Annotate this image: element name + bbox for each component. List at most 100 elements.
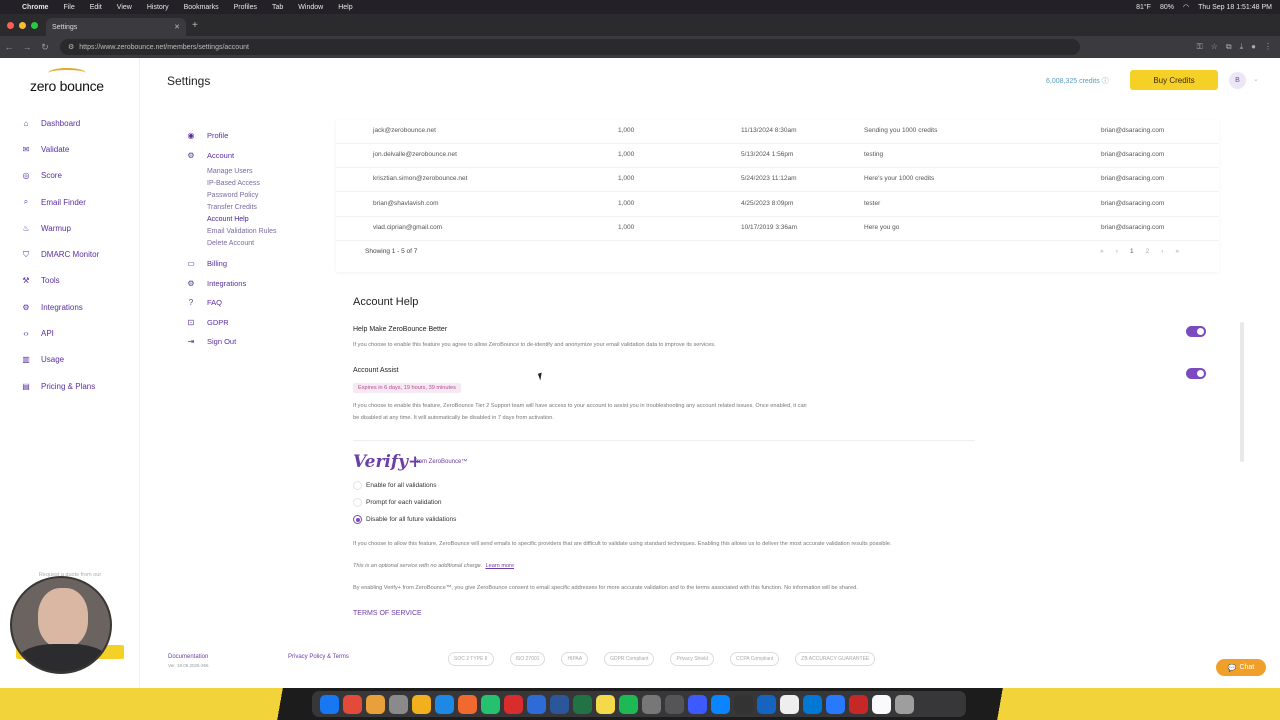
credits-balance[interactable]: 6,008,325 credits ⓘ bbox=[1046, 76, 1109, 86]
excel-app-icon[interactable] bbox=[573, 694, 592, 714]
terminal-app-icon[interactable] bbox=[734, 694, 753, 714]
settings-sub-delete-account[interactable]: Delete Account bbox=[186, 237, 277, 249]
weather-temp[interactable]: 81°F bbox=[1136, 4, 1151, 11]
address-bar[interactable]: ⚙ https://www.zerobounce.net/members/set… bbox=[60, 39, 1080, 55]
settings-item-account[interactable]: ⚙ Account bbox=[186, 146, 277, 166]
app-icon[interactable] bbox=[527, 694, 546, 714]
last-page-icon[interactable]: » bbox=[1175, 248, 1179, 255]
radio-enable-all[interactable]: Enable for all validations bbox=[353, 481, 436, 490]
download-icon[interactable]: ⤓ bbox=[1240, 42, 1244, 52]
settings-item-signout[interactable]: ⇥ Sign Out bbox=[186, 332, 277, 352]
settings-item-profile[interactable]: ◉ Profile bbox=[186, 126, 277, 146]
next-page-icon[interactable]: › bbox=[1161, 248, 1163, 255]
sidebar-item-validate[interactable]: ✉ Validate bbox=[20, 136, 99, 162]
close-window-icon[interactable] bbox=[7, 21, 14, 29]
radio-disable-future[interactable]: Disable for all future validations bbox=[353, 515, 456, 524]
calendar-app-icon[interactable] bbox=[343, 694, 362, 714]
app-icon[interactable] bbox=[458, 694, 477, 714]
app-icon[interactable] bbox=[757, 694, 776, 714]
zoom-window-icon[interactable] bbox=[31, 21, 38, 29]
settings-item-integrations[interactable]: ⚙ Integrations bbox=[186, 274, 277, 294]
learn-more-link[interactable]: Learn more bbox=[485, 563, 514, 569]
radio-button-selected[interactable] bbox=[353, 515, 362, 524]
key-icon[interactable]: ⚿ bbox=[1197, 42, 1203, 52]
settings-item-faq[interactable]: ? FAQ bbox=[186, 293, 277, 313]
browser-tab[interactable]: Settings ✕ bbox=[46, 18, 186, 36]
spotify-app-icon[interactable] bbox=[619, 694, 638, 714]
extensions-icon[interactable]: ⧉ bbox=[1226, 42, 1232, 52]
avatar[interactable]: B bbox=[1229, 72, 1246, 89]
terms-of-service-link[interactable]: TERMS OF SERVICE bbox=[353, 610, 422, 617]
battery-percent[interactable]: 80% bbox=[1160, 4, 1174, 11]
app-icon[interactable] bbox=[688, 694, 707, 714]
word-app-icon[interactable] bbox=[550, 694, 569, 714]
sidebar-item-pricing[interactable]: ▤ Pricing & Plans bbox=[20, 373, 99, 399]
radio-button[interactable] bbox=[353, 481, 362, 490]
outlook-app-icon[interactable] bbox=[803, 694, 822, 714]
chat-button[interactable]: 💬 Chat bbox=[1216, 659, 1266, 676]
app-icon[interactable] bbox=[711, 694, 730, 714]
prev-page-icon[interactable]: ‹ bbox=[1116, 248, 1118, 255]
new-tab-icon[interactable]: + bbox=[192, 20, 198, 31]
page-scrollbar[interactable] bbox=[1240, 322, 1244, 462]
notes-app-icon[interactable] bbox=[596, 694, 615, 714]
sidebar-item-usage[interactable]: ▥ Usage bbox=[20, 347, 99, 373]
first-page-icon[interactable]: « bbox=[1100, 248, 1104, 255]
page-2[interactable]: 2 bbox=[1146, 248, 1150, 255]
back-icon[interactable]: ← bbox=[0, 42, 18, 52]
sidebar-item-tools[interactable]: ⚒ Tools bbox=[20, 268, 99, 294]
settings-sub-manage-users[interactable]: Manage Users bbox=[186, 165, 277, 177]
account-assist-toggle[interactable] bbox=[1186, 368, 1206, 379]
radio-button[interactable] bbox=[353, 498, 362, 507]
menu-history[interactable]: History bbox=[147, 4, 169, 11]
document-icon[interactable] bbox=[872, 694, 891, 714]
site-info-icon[interactable]: ⚙ bbox=[68, 43, 74, 51]
app-icon[interactable] bbox=[642, 694, 661, 714]
pdf-app-icon[interactable] bbox=[849, 694, 868, 714]
menu-edit[interactable]: Edit bbox=[90, 4, 102, 11]
wifi-icon[interactable]: ◠ bbox=[1183, 3, 1189, 11]
documentation-link[interactable]: Documentation bbox=[168, 654, 208, 660]
settings-sub-ip-access[interactable]: IP-Based Access bbox=[186, 177, 277, 189]
photos-app-icon[interactable] bbox=[366, 694, 385, 714]
sidebar-item-api[interactable]: ‹› API bbox=[20, 320, 99, 346]
finder-app-icon[interactable] bbox=[320, 694, 339, 714]
info-icon[interactable]: ⓘ bbox=[1102, 78, 1109, 85]
mail-app-icon[interactable] bbox=[826, 694, 845, 714]
radio-prompt-each[interactable]: Prompt for each validation bbox=[353, 498, 442, 507]
close-tab-icon[interactable]: ✕ bbox=[174, 23, 180, 31]
privacy-link[interactable]: Privacy Policy & Terms bbox=[288, 654, 349, 660]
reload-icon[interactable]: ↻ bbox=[36, 42, 54, 53]
bookmark-star-icon[interactable]: ☆ bbox=[1211, 42, 1218, 52]
sidebar-item-warmup[interactable]: ♨ Warmup bbox=[20, 215, 99, 241]
chrome-app-icon[interactable] bbox=[412, 694, 431, 714]
settings-app-icon[interactable] bbox=[389, 694, 408, 714]
calendar-date-icon[interactable] bbox=[780, 694, 799, 714]
sidebar-item-score[interactable]: ◎ Score bbox=[20, 163, 99, 189]
settings-sub-transfer-credits[interactable]: Transfer Credits bbox=[186, 201, 277, 213]
menu-help[interactable]: Help bbox=[338, 4, 352, 11]
page-1[interactable]: 1 bbox=[1130, 248, 1134, 255]
menu-file[interactable]: File bbox=[63, 4, 74, 11]
settings-sub-password-policy[interactable]: Password Policy bbox=[186, 189, 277, 201]
zerobounce-logo[interactable]: zero bounce bbox=[30, 68, 104, 94]
chevron-down-icon[interactable]: ⌄ bbox=[1253, 75, 1259, 83]
sidebar-item-dmarc-monitor[interactable]: ⛉ DMARC Monitor bbox=[20, 241, 99, 267]
sidebar-item-email-finder[interactable]: ⌕ Email Finder bbox=[20, 189, 99, 215]
settings-sub-validation-rules[interactable]: Email Validation Rules bbox=[186, 225, 277, 237]
app-icon[interactable] bbox=[665, 694, 684, 714]
menu-tab[interactable]: Tab bbox=[272, 4, 283, 11]
menu-bookmarks[interactable]: Bookmarks bbox=[184, 4, 219, 11]
profile-icon[interactable]: ● bbox=[1251, 42, 1256, 52]
menu-window[interactable]: Window bbox=[298, 4, 323, 11]
safari-app-icon[interactable] bbox=[435, 694, 454, 714]
acrobat-app-icon[interactable] bbox=[504, 694, 523, 714]
help-better-toggle[interactable] bbox=[1186, 326, 1206, 337]
trash-icon[interactable] bbox=[895, 694, 914, 714]
settings-sub-account-help[interactable]: Account Help bbox=[186, 213, 277, 225]
buy-credits-button[interactable]: Buy Credits bbox=[1130, 70, 1218, 90]
chrome-menu-icon[interactable]: ⋮ bbox=[1264, 42, 1272, 52]
sidebar-item-integrations[interactable]: ⚙ Integrations bbox=[20, 294, 99, 320]
sidebar-item-dashboard[interactable]: ⌂ Dashboard bbox=[20, 110, 99, 136]
menu-view[interactable]: View bbox=[117, 4, 132, 11]
